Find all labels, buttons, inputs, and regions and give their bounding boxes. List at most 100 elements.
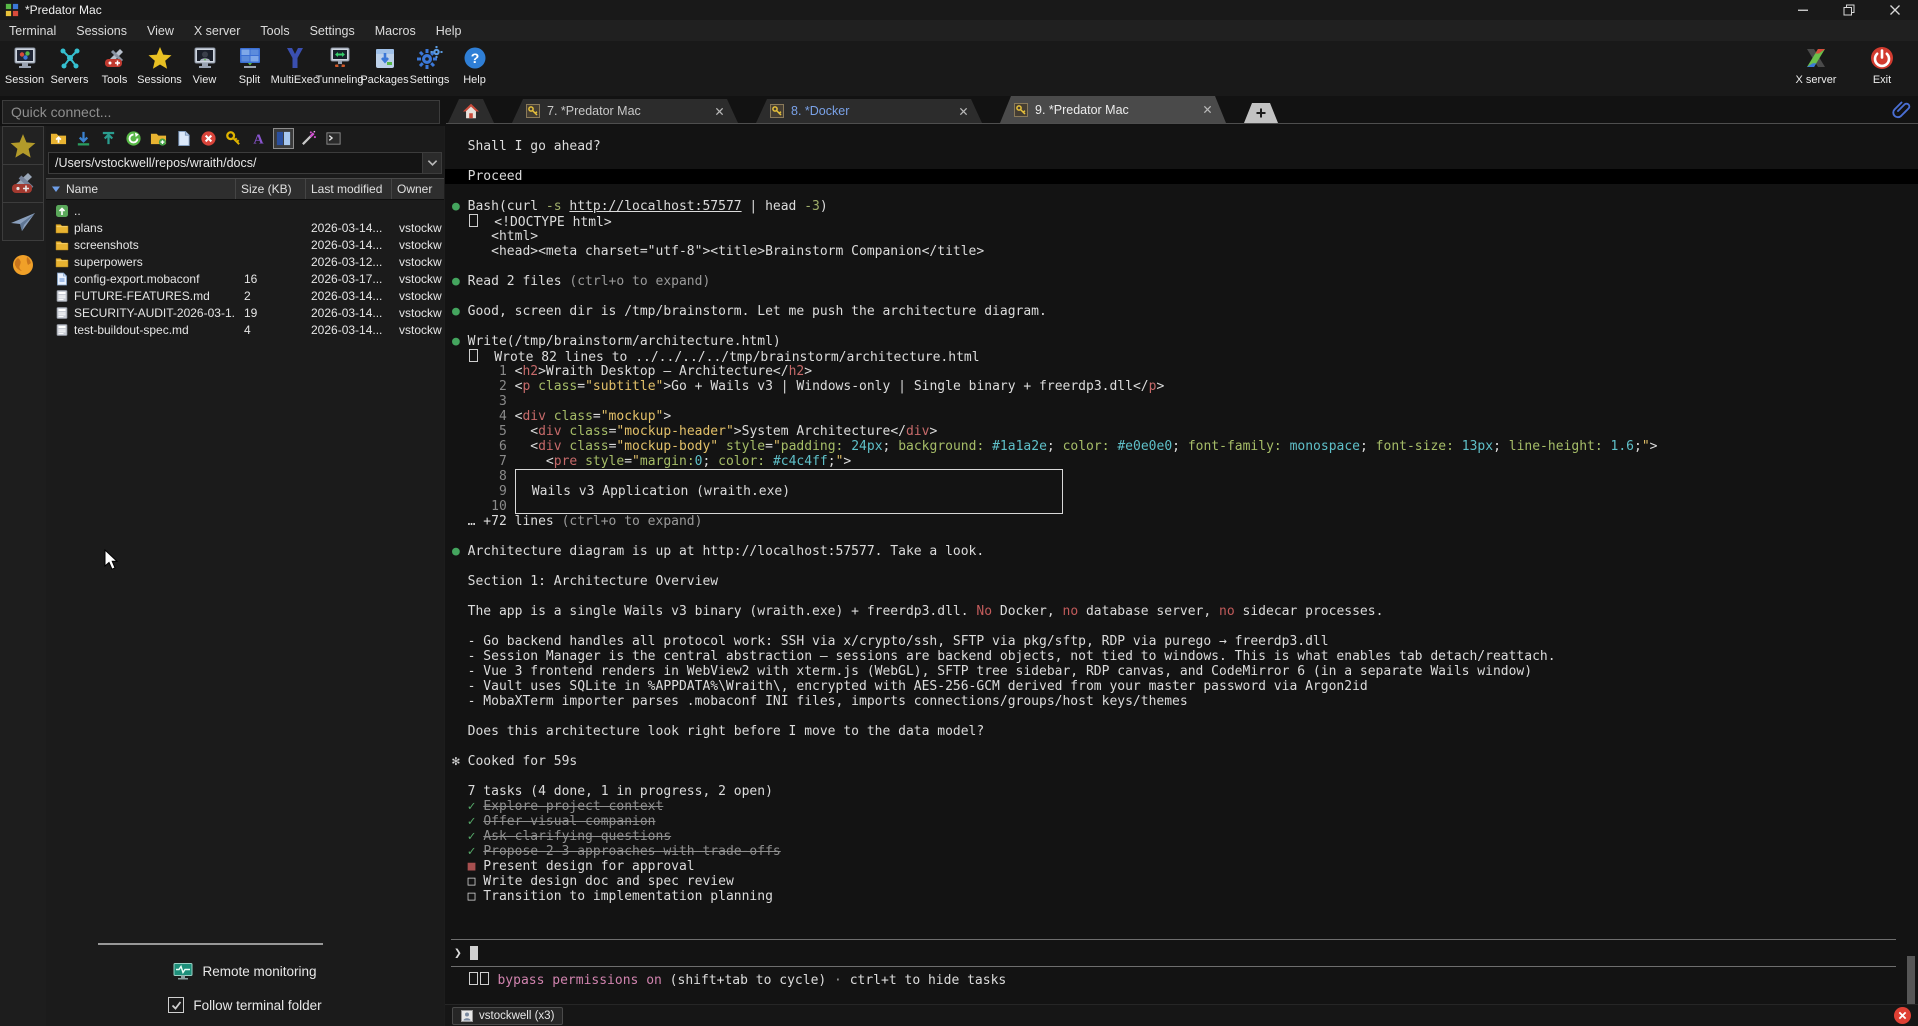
column-header-size-kb[interactable]: Size (KB) — [236, 179, 306, 199]
kill-session-button[interactable] — [1894, 1007, 1911, 1024]
toolbar-sessions-button[interactable]: Sessions — [137, 41, 182, 86]
terminal-line: 4 <div class="mockup"> — [445, 409, 1918, 424]
menu-help[interactable]: Help — [436, 24, 462, 38]
toolbar-multiexec-button[interactable]: MultiExec — [272, 41, 317, 86]
strip-paper-plane-macros-button[interactable] — [2, 202, 44, 241]
toolbar-label: Split — [239, 74, 260, 86]
menu-settings[interactable]: Settings — [310, 24, 355, 38]
follow-terminal-folder[interactable]: Follow terminal folder — [46, 997, 444, 1013]
minimize-button[interactable] — [1780, 0, 1826, 20]
toolbar-label: MultiExec — [271, 74, 319, 86]
status-user-tab[interactable]: vstockwell (x3) — [452, 1007, 563, 1025]
file-toolbar-delete-button[interactable] — [198, 128, 219, 149]
tab-label: 9. *Predator Mac — [1035, 103, 1196, 117]
terminal-line: - Go backend handles all protocol work: … — [445, 634, 1918, 649]
file-toolbar-panel-toggle-button[interactable] — [273, 128, 294, 149]
file-browser-panel: A NameSize (KB)Last modifiedOwner ..plan… — [46, 126, 444, 1026]
file-toolbar-new-folder-button[interactable] — [148, 128, 169, 149]
terminal-line: ● Bash(curl -s http://localhost:57577 | … — [445, 199, 1918, 214]
session-monitor-icon — [12, 45, 38, 71]
file-row-superpowers[interactable]: superpowers2026-03-12...vstockw — [46, 253, 444, 270]
path-dropdown-button[interactable] — [423, 152, 442, 174]
file-toolbar-new-file-button[interactable] — [173, 128, 194, 149]
terminal-line: Section 1: Architecture Overview — [445, 574, 1918, 589]
toolbar-help-button[interactable]: ?Help — [452, 41, 497, 86]
file-toolbar-refresh-button[interactable] — [123, 128, 144, 149]
file-toolbar-upload-button[interactable] — [98, 128, 119, 149]
file-toolbar-terminal-small-button[interactable] — [323, 128, 344, 149]
close-button[interactable] — [1872, 0, 1918, 20]
menu-terminal[interactable]: Terminal — [9, 24, 56, 38]
terminal-scrollbar-thumb[interactable] — [1907, 956, 1915, 1005]
new-tab-button[interactable] — [1244, 103, 1278, 123]
tab-7-predator-mac[interactable]: 7. *Predator Mac — [512, 99, 738, 123]
restore-button[interactable] — [1826, 0, 1872, 20]
column-header-name[interactable]: Name — [46, 179, 236, 199]
file-row-[interactable]: .. — [46, 202, 444, 219]
menu-sessions[interactable]: Sessions — [76, 24, 127, 38]
swiss-knife-tools-icon — [8, 169, 38, 199]
terminal-line: □ Transition to implementation planning — [445, 889, 1918, 904]
column-header-last-modified[interactable]: Last modified — [306, 179, 392, 199]
delete-icon — [200, 130, 217, 147]
file-toolbar-magic-wand-button[interactable] — [298, 128, 319, 149]
magic-wand-icon — [300, 130, 317, 147]
strip-swiss-knife-tools-button[interactable] — [2, 164, 44, 203]
path-input[interactable] — [48, 152, 423, 174]
toolbar-exit-button[interactable]: Exit — [1854, 41, 1910, 86]
file-row-screenshots[interactable]: screenshots2026-03-14...vstockw — [46, 236, 444, 253]
main-toolbar: SessionServersToolsSessionsView Split Mult… — [0, 41, 1918, 96]
paperclip-icon[interactable] — [1892, 99, 1912, 121]
toolbar-tools-button[interactable]: Tools — [92, 41, 137, 86]
toolbar-view-button[interactable]: View — [182, 41, 227, 86]
file-toolbar-folder-up-button[interactable] — [48, 128, 69, 149]
tab-9-predator-mac[interactable]: 9. *Predator Mac — [1000, 96, 1226, 123]
file-row-plans[interactable]: plans2026-03-14...vstockw — [46, 219, 444, 236]
strip-globe-button[interactable] — [2, 252, 44, 278]
quick-connect-input[interactable] — [2, 100, 440, 124]
file-row-test-buildout-spec-md[interactable]: test-buildout-spec.md42026-03-14...vstoc… — [46, 321, 444, 338]
help-circle-icon: ? — [462, 45, 488, 71]
missing-glyph-box — [480, 972, 489, 985]
toolbar-label: Exit — [1873, 74, 1891, 86]
bypass-permissions-line: bypass permissions on (shift+tab to cycl… — [445, 972, 1918, 987]
file-name: .. — [74, 204, 81, 218]
file-row-security-audit-2026-03-1[interactable]: SECURITY-AUDIT-2026-03-1...192026-03-14.… — [46, 304, 444, 321]
tab-home[interactable] — [448, 99, 494, 123]
strip-star-favorites-button[interactable] — [2, 126, 44, 165]
globe-icon — [10, 252, 36, 278]
toolbar-settings-button[interactable]: Settings — [407, 41, 452, 86]
toolbar-tunneling-button[interactable]: Tunneling — [317, 41, 362, 86]
file-toolbar-download-button[interactable] — [73, 128, 94, 149]
column-header-owner[interactable]: Owner — [392, 179, 444, 199]
tab-8-docker[interactable]: 8. *Docker — [756, 99, 982, 123]
file-toolbar-key-button[interactable] — [223, 128, 244, 149]
remote-monitoring[interactable]: Remote monitoring — [46, 962, 444, 981]
terminal-prompt[interactable]: ❯ — [451, 939, 1896, 967]
file-row-future-features-md[interactable]: FUTURE-FEATURES.md22026-03-14...vstockw — [46, 287, 444, 304]
menu-macros[interactable]: Macros — [375, 24, 416, 38]
tab-close-icon[interactable] — [1203, 105, 1212, 114]
multiexec-y-icon — [282, 45, 308, 71]
toolbar-label: Session — [5, 74, 44, 86]
toolbar-servers-button[interactable]: Servers — [47, 41, 92, 86]
file-toolbar-font-button[interactable]: A — [248, 128, 269, 149]
terminal-pane[interactable]: Shall I go ahead? Proceed● Bash(curl -s … — [445, 126, 1918, 1005]
menu-tools[interactable]: Tools — [260, 24, 289, 38]
follow-terminal-checkbox[interactable] — [168, 997, 184, 1013]
file-row-config-export-mobaconf[interactable]: config-export.mobaconf162026-03-17...vst… — [46, 270, 444, 287]
sessions-star-icon — [147, 45, 173, 71]
file-modified: 2026-03-14... — [306, 238, 392, 252]
file-modified: 2026-03-14... — [306, 323, 392, 337]
menu-x-server[interactable]: X server — [194, 24, 241, 38]
toolbar-packages-button[interactable]: Packages — [362, 41, 407, 86]
tab-close-icon[interactable] — [715, 107, 724, 116]
svg-text:A: A — [253, 132, 264, 147]
toolbar-split-button[interactable]: Split — [227, 41, 272, 86]
terminal-line — [445, 589, 1918, 604]
toolbar-x-server-button[interactable]: X server — [1788, 41, 1844, 86]
toolbar-session-button[interactable]: Session — [2, 41, 47, 86]
terminal-line: ■ Present design for approval — [445, 859, 1918, 874]
tab-close-icon[interactable] — [959, 107, 968, 116]
menu-view[interactable]: View — [147, 24, 174, 38]
